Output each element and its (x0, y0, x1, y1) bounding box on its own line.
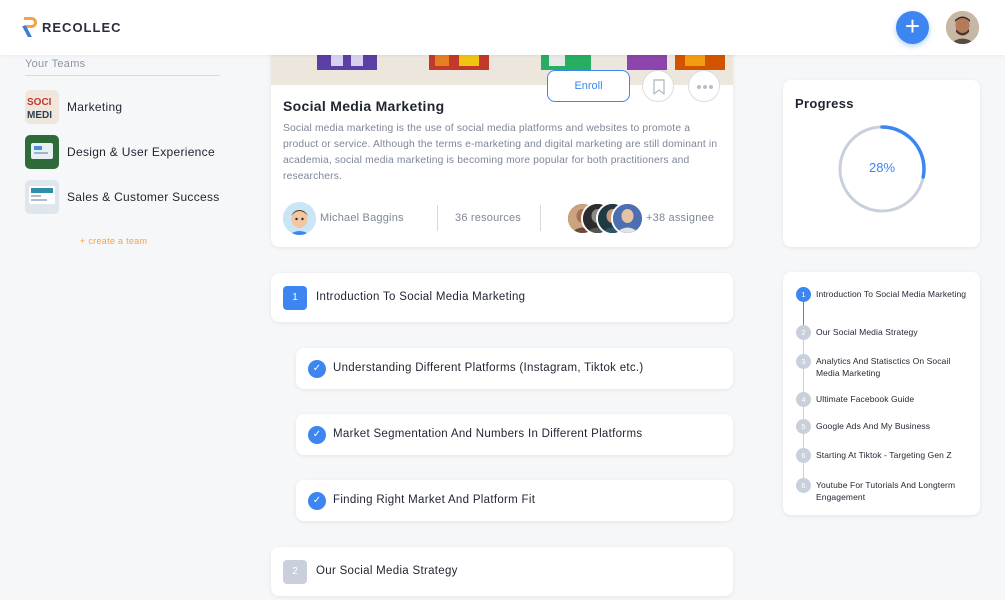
author-name[interactable]: Michael Baggins (320, 212, 404, 224)
course-card: Enroll Social Media Marketing Social med… (271, 40, 733, 247)
create-team-link[interactable]: + create a team (80, 236, 147, 246)
divider (437, 205, 438, 231)
module-label: Introduction To Social Media Marketing (316, 291, 526, 303)
assignee-avatars[interactable] (566, 202, 646, 235)
outline-label: Google Ads And My Business (816, 421, 931, 431)
enroll-button[interactable]: Enroll (547, 70, 630, 102)
bookmark-icon (643, 79, 675, 107)
logo-mark-icon (22, 17, 40, 37)
outline-label: Analytics And Statisctics On Socail Medi… (816, 356, 951, 378)
svg-text:MEDI: MEDI (27, 110, 52, 121)
bookmark-button[interactable] (642, 70, 674, 102)
outline-label: Introduction To Social Media Marketing (816, 289, 967, 299)
svg-text:SOCI: SOCI (27, 97, 52, 108)
module-item-2[interactable]: 2 Our Social Media Strategy (271, 547, 733, 596)
lesson-item[interactable]: ✓ Understanding Different Platforms (Ins… (296, 348, 733, 389)
team-label: Design & User Experience (67, 145, 215, 159)
team-item-sales[interactable]: Sales & Customer Success (25, 180, 220, 214)
progress-title: Progress (795, 96, 854, 111)
progress-value: 28% (868, 160, 896, 175)
teams-heading: Your Teams (25, 58, 86, 70)
team-item-design[interactable]: Design & User Experience (25, 135, 215, 169)
lesson-label: Finding Right Market And Platform Fit (333, 494, 536, 506)
outline-label: Starting At Tiktok - Targeting Gen Z (816, 450, 952, 460)
outline-label: Youtube For Tutorials And Longterm Engag… (816, 480, 956, 502)
step-badge: 1 (796, 287, 811, 302)
logo[interactable]: RECOLLEC (22, 17, 122, 37)
team-label: Marketing (67, 100, 123, 114)
step-badge: 6 (796, 478, 811, 493)
logo-text: RECOLLEC (42, 19, 122, 35)
more-dots-icon (689, 85, 721, 107)
outline-label: Ultimate Facebook Guide (816, 394, 915, 404)
author-avatar[interactable] (283, 202, 316, 235)
module-label: Our Social Media Strategy (316, 565, 458, 577)
assignee-count[interactable]: +38 assignee (646, 212, 714, 224)
outline-label: Our Social Media Strategy (816, 327, 918, 337)
team-thumbnail (25, 180, 59, 214)
module-number-badge: 1 (283, 286, 307, 310)
step-badge: 2 (796, 325, 811, 340)
user-avatar[interactable] (946, 11, 979, 44)
step-badge: 6 (796, 448, 811, 463)
divider (540, 205, 541, 231)
lesson-label: Understanding Different Platforms (Insta… (333, 362, 644, 374)
course-description: Social media marketing is the use of soc… (283, 123, 718, 182)
check-circle-icon: ✓ (308, 426, 326, 444)
team-thumbnail (25, 135, 59, 169)
assignee-avatar (611, 202, 644, 235)
more-options-button[interactable] (688, 70, 720, 102)
course-title: Social Media Marketing (283, 98, 445, 114)
progress-card: Progress 28% (783, 80, 980, 247)
module-item-1[interactable]: 1 Introduction To Social Media Marketing (271, 273, 733, 322)
step-badge: 5 (796, 419, 811, 434)
team-item-marketing[interactable]: SOCI MEDI Marketing (25, 90, 122, 124)
top-bar: RECOLLEC + (0, 0, 1005, 55)
course-outline: 1 Introduction To Social Media Marketing… (783, 272, 980, 515)
check-circle-icon: ✓ (308, 360, 326, 378)
step-badge: 3 (796, 354, 811, 369)
resources-count[interactable]: 36 resources (455, 212, 521, 224)
check-circle-icon: ✓ (308, 492, 326, 510)
add-button[interactable]: + (896, 11, 929, 44)
course-meta: Michael Baggins 36 resources +38 assigne… (283, 201, 723, 235)
module-number-badge: 2 (283, 560, 307, 584)
lesson-label: Market Segmentation And Numbers In Diffe… (333, 428, 643, 440)
divider (25, 75, 220, 76)
team-label: Sales & Customer Success (67, 190, 220, 204)
step-badge: 4 (796, 392, 811, 407)
lesson-item[interactable]: ✓ Market Segmentation And Numbers In Dif… (296, 414, 733, 455)
lesson-item[interactable]: ✓ Finding Right Market And Platform Fit (296, 480, 733, 521)
team-thumbnail: SOCI MEDI (25, 90, 59, 124)
